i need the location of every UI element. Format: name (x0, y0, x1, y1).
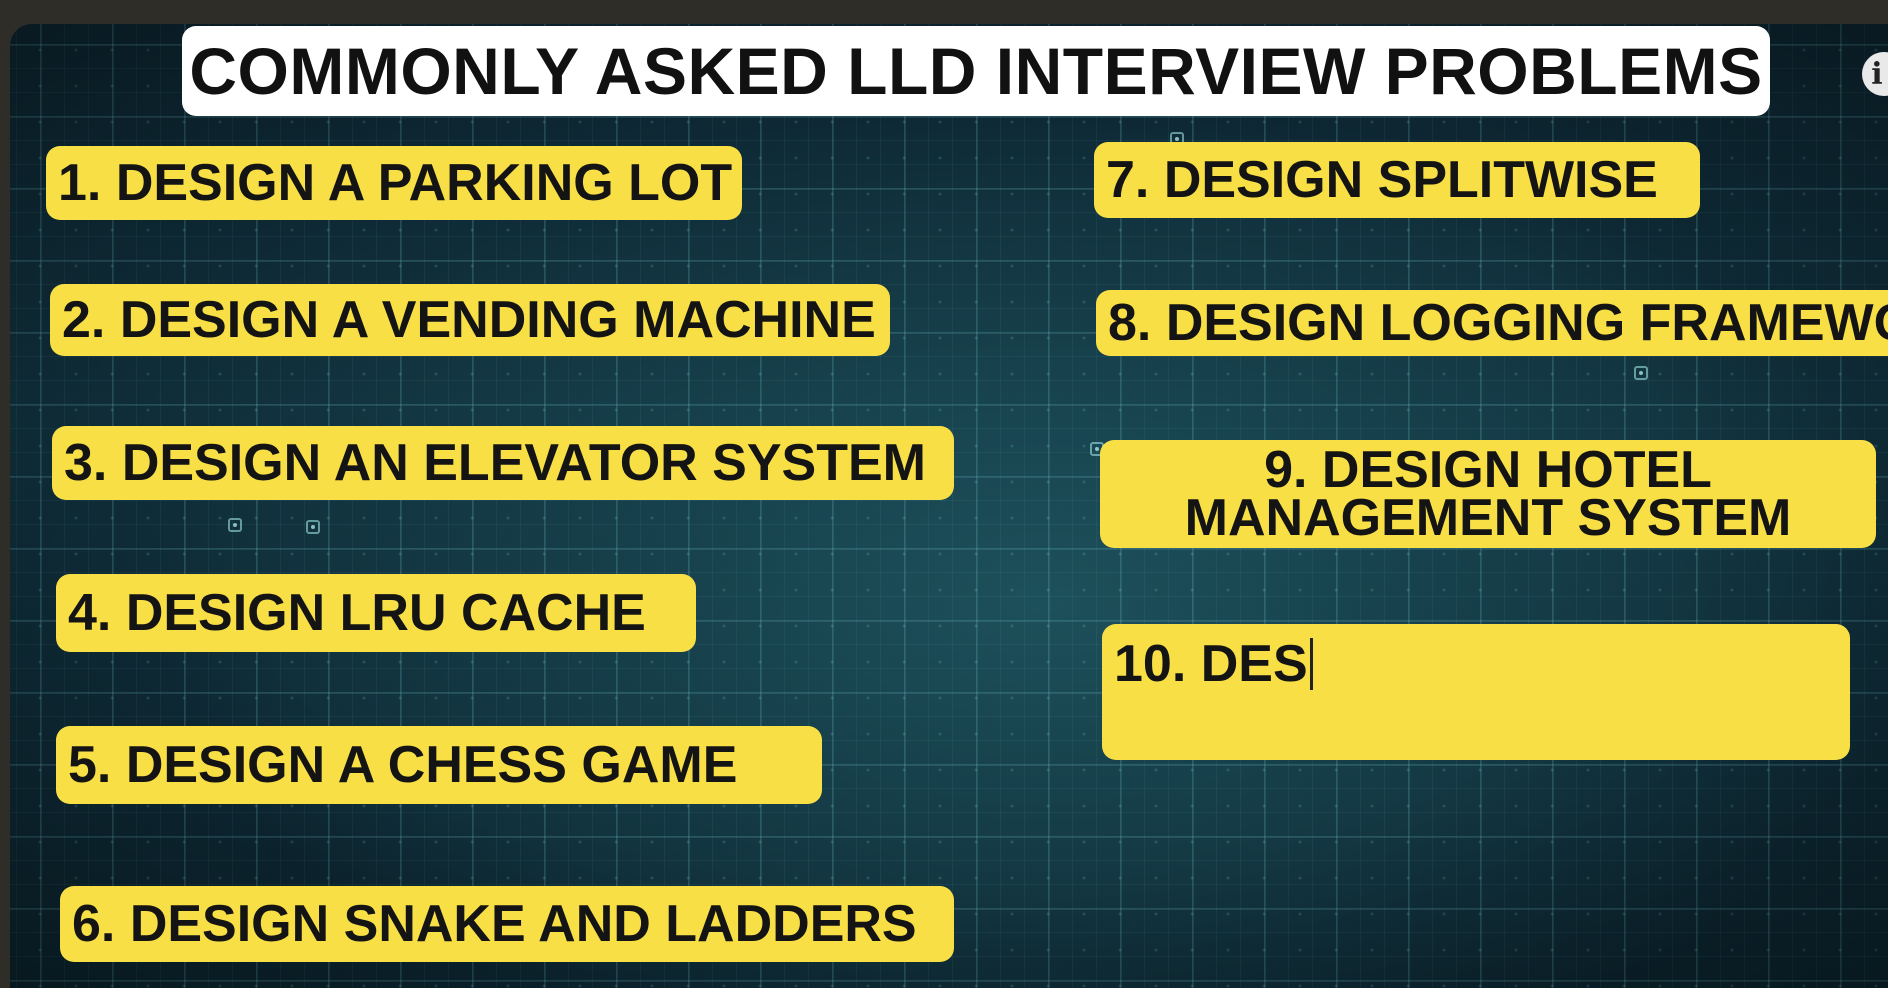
list-item: 2. DESIGN A VENDING MACHINE (50, 284, 890, 356)
list-item: 5. DESIGN A CHESS GAME (56, 726, 822, 804)
sparkle-icon (1634, 366, 1648, 380)
sparkle-icon (306, 520, 320, 534)
list-item: 3. DESIGN AN ELEVATOR SYSTEM (52, 426, 954, 500)
title-banner: COMMONLY ASKED LLD INTERVIEW PROBLEMS (182, 26, 1770, 116)
item-label: 5. DESIGN A CHESS GAME (68, 736, 738, 794)
list-item: 7. DESIGN SPLITWISE (1094, 142, 1700, 218)
list-item: 1. DESIGN A PARKING LOT (46, 146, 742, 220)
item-label: 10. DES (1114, 635, 1308, 693)
list-item: 4. DESIGN LRU CACHE (56, 574, 696, 652)
video-frame: COMMONLY ASKED LLD INTERVIEW PROBLEMS 1.… (0, 0, 1888, 988)
page-title: COMMONLY ASKED LLD INTERVIEW PROBLEMS (189, 34, 1763, 108)
list-item: 9. DESIGN HOTEL MANAGEMENT SYSTEM (1100, 440, 1876, 548)
list-item: 8. DESIGN LOGGING FRAMEWOR (1096, 290, 1888, 356)
list-item: 6. DESIGN SNAKE AND LADDERS (60, 886, 954, 962)
item-label: 7. DESIGN SPLITWISE (1106, 151, 1658, 209)
info-glyph: i (1871, 56, 1883, 92)
item-label: 6. DESIGN SNAKE AND LADDERS (72, 895, 917, 953)
item-label: 4. DESIGN LRU CACHE (68, 584, 646, 642)
list-item: 10. DES (1102, 624, 1850, 760)
sparkle-icon (228, 518, 242, 532)
item-label: 8. DESIGN LOGGING FRAMEWOR (1108, 294, 1888, 352)
item-label: 1. DESIGN A PARKING LOT (58, 154, 733, 212)
item-label: 3. DESIGN AN ELEVATOR SYSTEM (64, 434, 926, 492)
item-label: 2. DESIGN A VENDING MACHINE (62, 291, 876, 349)
text-cursor (1309, 638, 1313, 690)
item-label: 9. DESIGN HOTEL MANAGEMENT SYSTEM (1184, 441, 1792, 547)
